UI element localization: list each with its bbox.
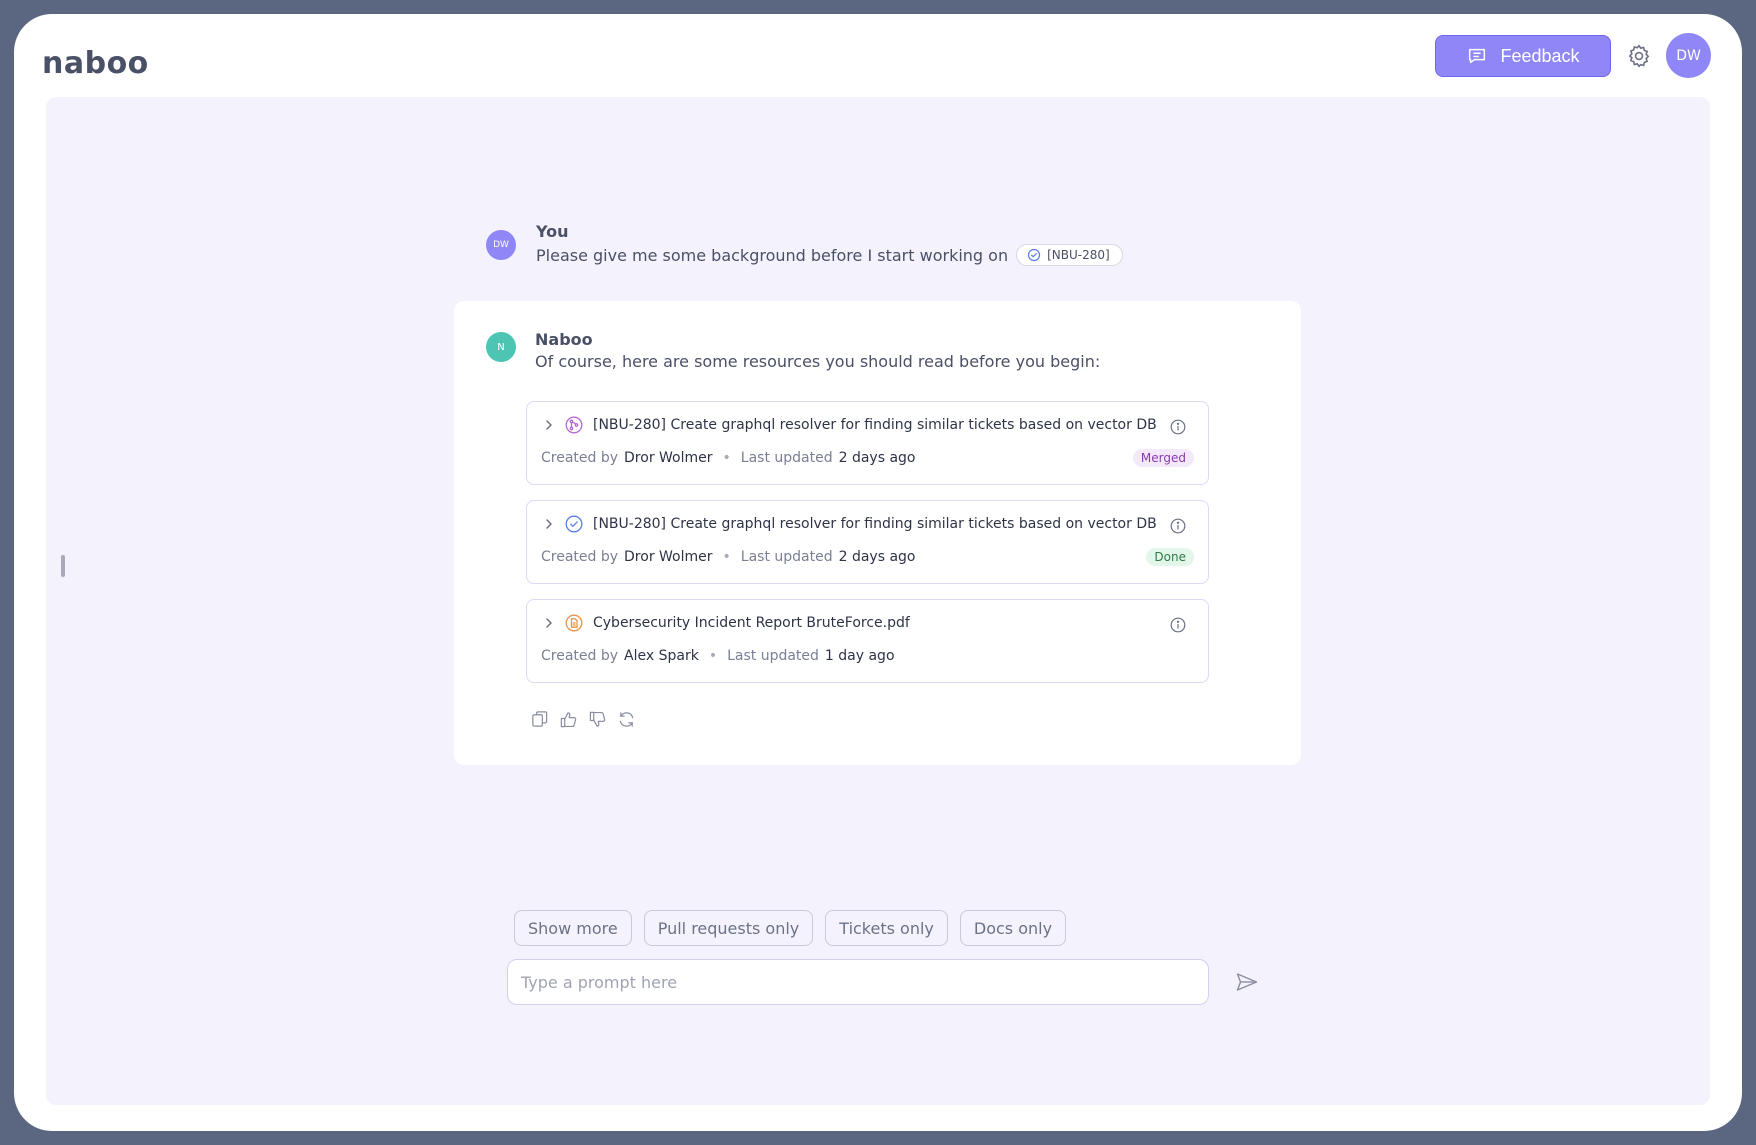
pull-request-icon <box>565 416 583 434</box>
status-badge: Merged <box>1132 449 1194 467</box>
assistant-message: N Naboo Of course, here are some resourc… <box>454 301 1301 765</box>
pull-requests-only-chip[interactable]: Pull requests only <box>643 910 814 946</box>
status-badge: Done <box>1146 548 1194 566</box>
resource-updated: 1 day ago <box>824 648 895 664</box>
suggestion-chips: Show more Pull requests only Tickets onl… <box>514 910 1067 946</box>
ticket-reference-chip[interactable]: [NBU-280] <box>1016 244 1123 266</box>
resource-author: Dror Wolmer <box>624 549 713 565</box>
resize-handle[interactable] <box>61 555 65 577</box>
thumbs-down-icon[interactable] <box>588 710 607 729</box>
resource-title: [NBU-280] Create graphql resolver for fi… <box>543 515 1157 533</box>
chevron-right-icon[interactable] <box>543 419 555 431</box>
resource-meta: Created by Dror Wolmer • Last updated 2 … <box>541 450 916 466</box>
feedback-label: Feedback <box>1500 45 1580 66</box>
feedback-button[interactable]: Feedback <box>1435 35 1611 77</box>
created-by-label: Created by <box>541 648 619 664</box>
resource-card[interactable]: Cybersecurity Incident Report BruteForce… <box>526 599 1209 683</box>
resource-updated: 2 days ago <box>838 549 916 565</box>
resource-card[interactable]: [NBU-280] Create graphql resolver for fi… <box>526 500 1209 584</box>
created-by-label: Created by <box>541 549 619 565</box>
document-icon <box>565 614 583 632</box>
avatar: N <box>486 332 516 362</box>
ticket-icon <box>565 515 583 533</box>
message-author: You <box>536 222 569 241</box>
resource-key: [NBU-280] <box>593 417 667 433</box>
chat-bubble-icon <box>1469 48 1486 64</box>
resource-author: Alex Spark <box>624 648 699 664</box>
refresh-icon[interactable] <box>617 710 636 729</box>
user-avatar[interactable]: DW <box>1666 33 1711 78</box>
message-text: Please give me some background before I … <box>536 244 1123 266</box>
info-icon[interactable] <box>1170 617 1186 633</box>
send-icon[interactable] <box>1235 970 1259 994</box>
resource-author: Dror Wolmer <box>624 450 713 466</box>
info-icon[interactable] <box>1170 518 1186 534</box>
chat-panel: DW You Please give me some background be… <box>46 97 1710 1105</box>
separator: • <box>722 549 731 565</box>
updated-label: Last updated <box>727 648 819 664</box>
avatar: DW <box>486 230 516 260</box>
gear-icon[interactable] <box>1626 43 1652 69</box>
resource-name: Create graphql resolver for finding simi… <box>670 516 1157 532</box>
resource-meta: Created by Dror Wolmer • Last updated 2 … <box>541 549 916 565</box>
resource-title: [NBU-280] Create graphql resolver for fi… <box>543 416 1157 434</box>
chevron-right-icon[interactable] <box>543 617 555 629</box>
app-window: naboo Feedback DW DW You Please give me … <box>14 14 1742 1131</box>
updated-label: Last updated <box>740 549 833 565</box>
separator: • <box>722 450 731 466</box>
created-by-label: Created by <box>541 450 619 466</box>
logo: naboo <box>42 46 149 81</box>
docs-only-chip[interactable]: Docs only <box>959 910 1067 946</box>
separator: • <box>708 648 718 664</box>
thumbs-up-icon[interactable] <box>559 710 578 729</box>
message-text: Of course, here are some resources you s… <box>535 352 1101 371</box>
resource-key: [NBU-280] <box>593 516 667 532</box>
resource-name: Create graphql resolver for finding simi… <box>670 417 1157 433</box>
updated-label: Last updated <box>740 450 833 466</box>
resource-card[interactable]: [NBU-280] Create graphql resolver for fi… <box>526 401 1209 485</box>
tickets-only-chip[interactable]: Tickets only <box>825 910 948 946</box>
prompt-input[interactable] <box>507 959 1209 1005</box>
show-more-chip[interactable]: Show more <box>514 910 632 946</box>
chevron-right-icon[interactable] <box>543 518 555 530</box>
message-actions <box>530 710 636 729</box>
info-icon[interactable] <box>1170 419 1186 435</box>
message-body: Please give me some background before I … <box>536 245 1009 265</box>
resource-meta: Created by Alex Spark • Last updated 1 d… <box>541 648 895 664</box>
message-author: Naboo <box>535 330 593 349</box>
ticket-reference-label: [NBU-280] <box>1047 248 1110 262</box>
copy-icon[interactable] <box>530 710 549 729</box>
check-circle-icon <box>1027 248 1041 262</box>
resource-name: Cybersecurity Incident Report BruteForce… <box>593 615 910 631</box>
resource-title: Cybersecurity Incident Report BruteForce… <box>543 614 910 632</box>
resource-updated: 2 days ago <box>838 450 916 466</box>
